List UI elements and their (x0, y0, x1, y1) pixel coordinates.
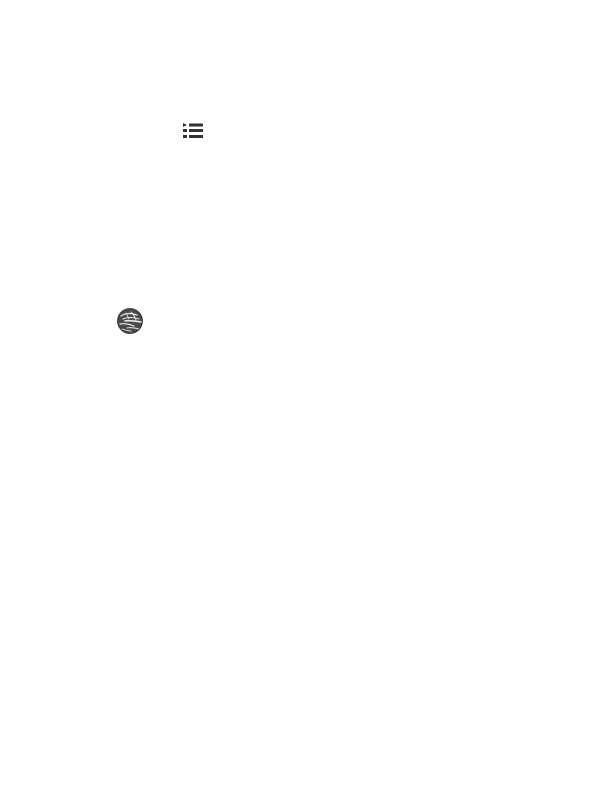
globe-icon (117, 308, 143, 334)
list-icon[interactable] (183, 123, 203, 139)
page: { "icons": { "list": { "name": "list-ico… (0, 0, 595, 794)
